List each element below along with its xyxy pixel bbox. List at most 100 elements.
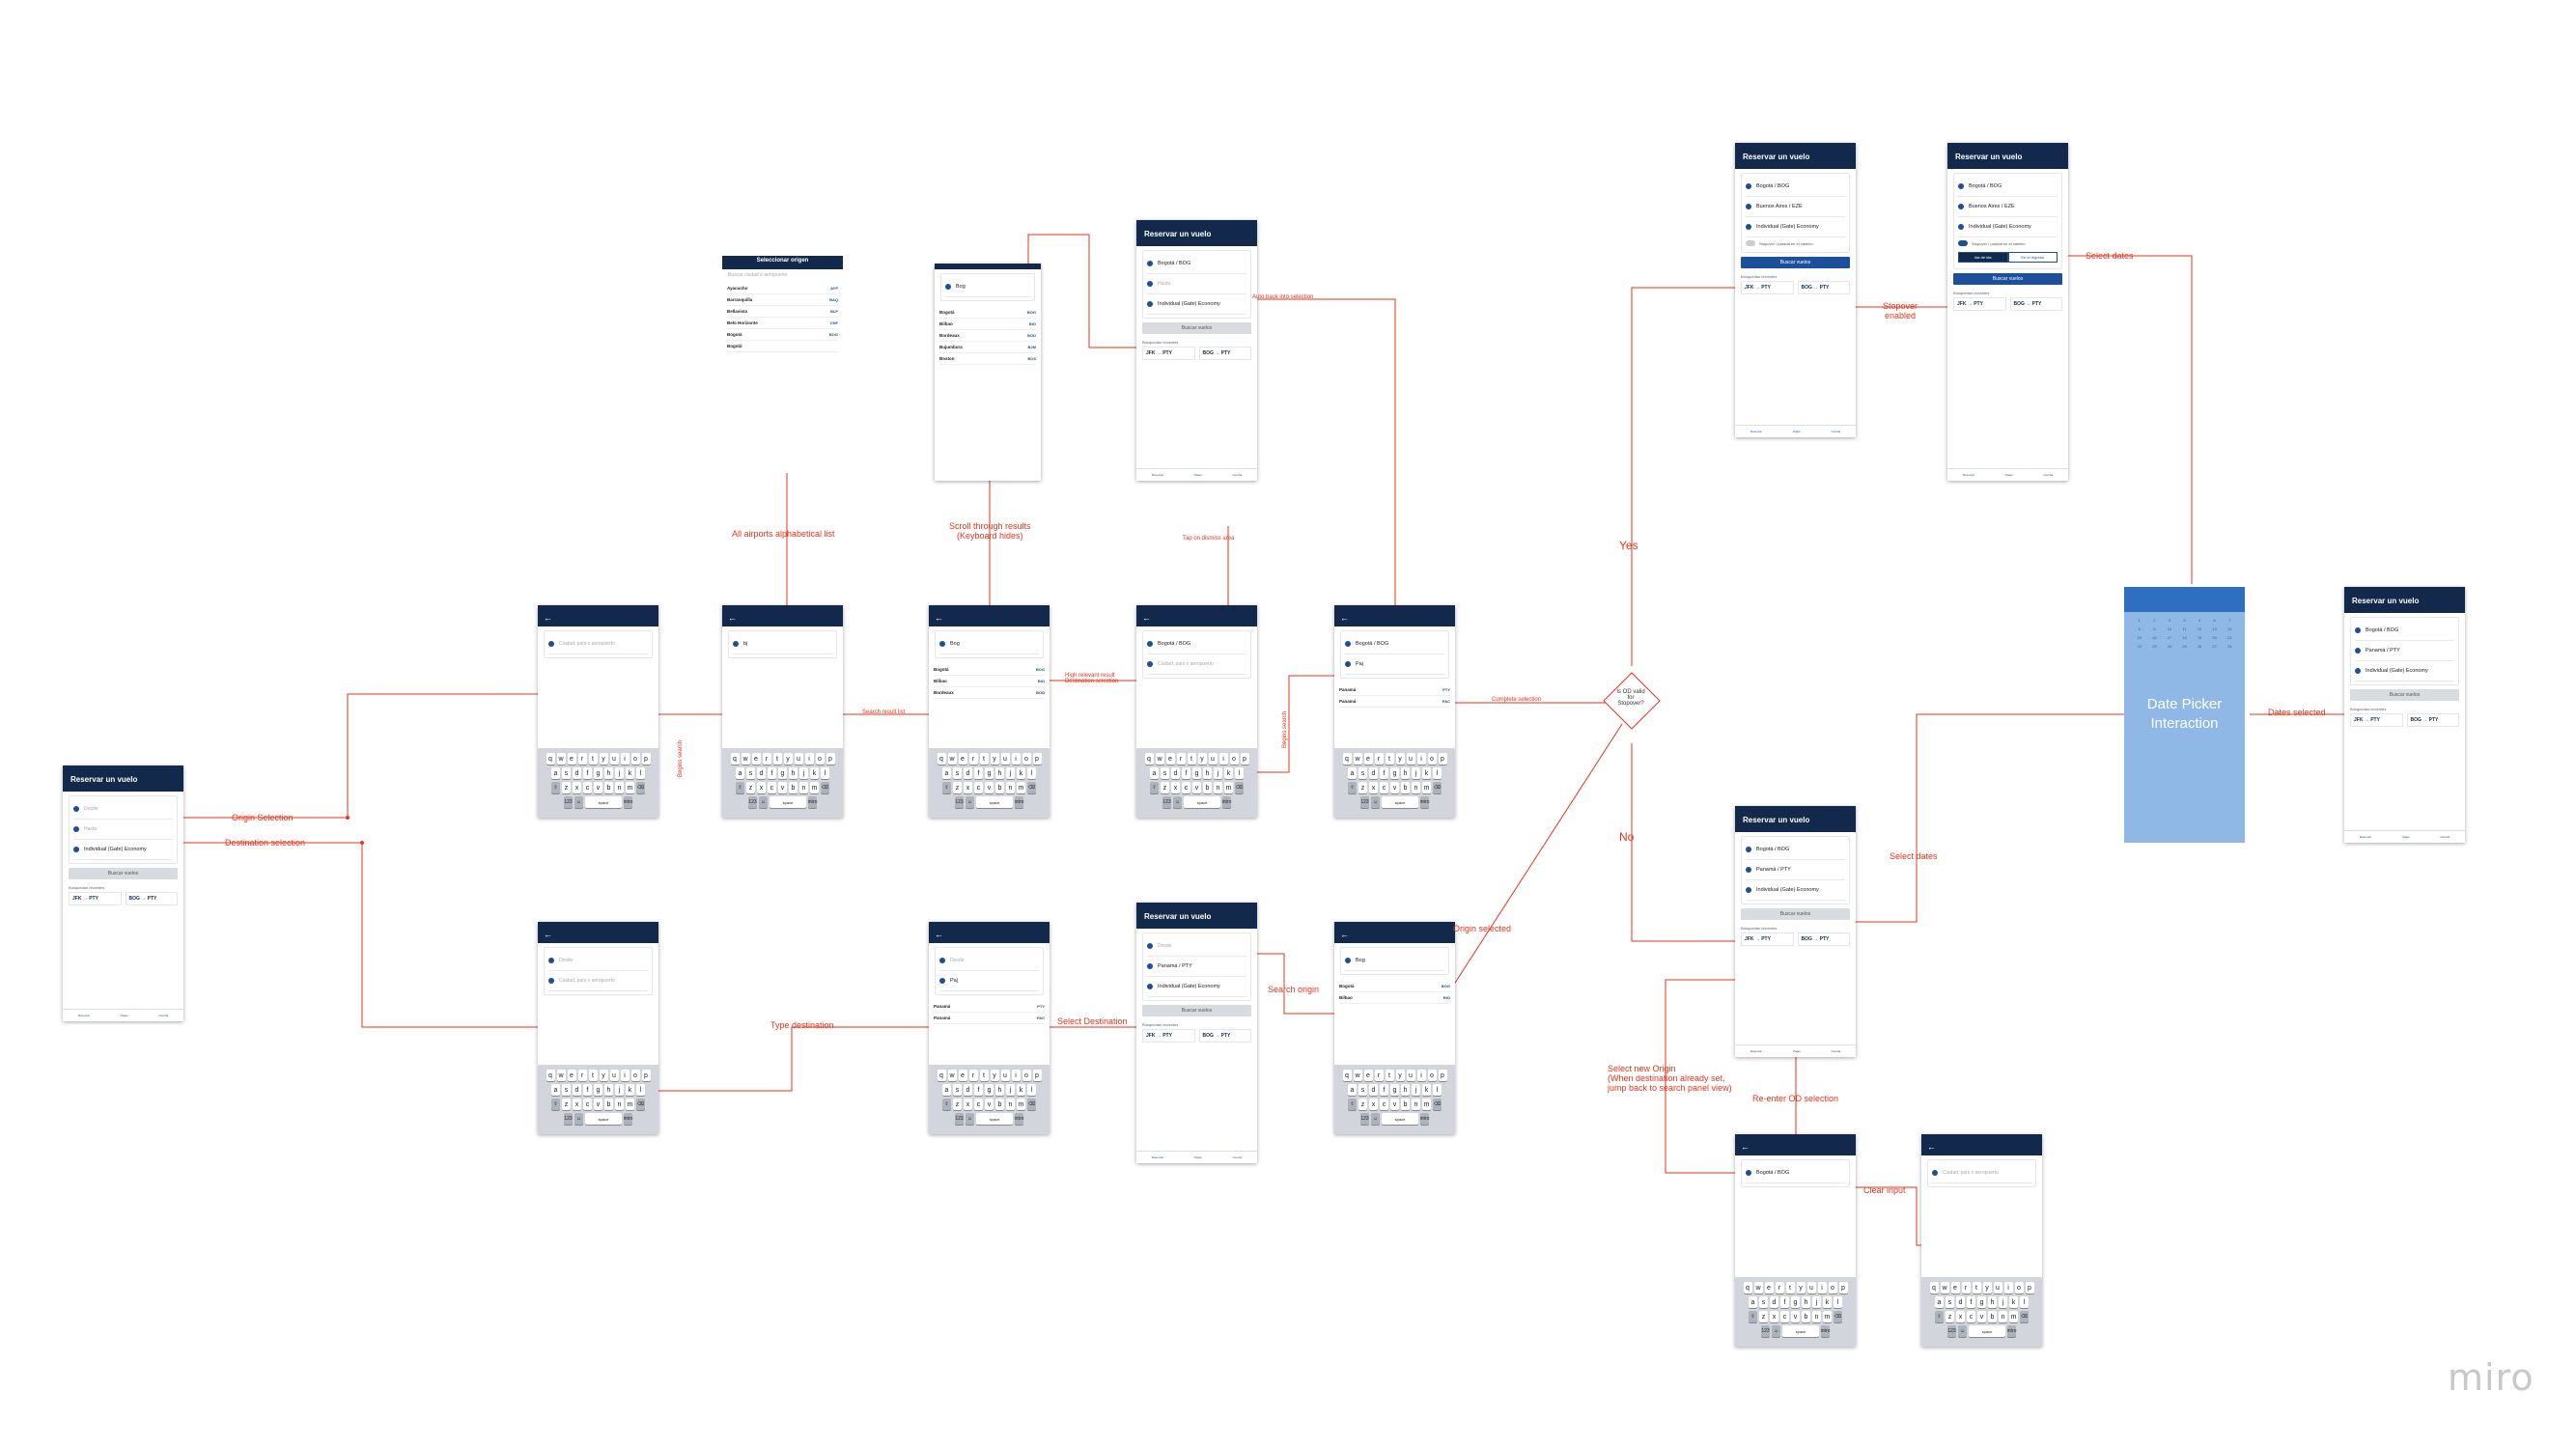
recent-chip[interactable]: BOG → PTY <box>2406 713 2459 727</box>
tab-trips[interactable]: Viajes <box>1793 430 1801 433</box>
segment-outbound[interactable]: Ida de ida <box>1958 252 2008 263</box>
recent-chip[interactable]: JFK → PTY <box>1741 932 1794 946</box>
destination-input[interactable]: Ciudad, país o aeropuerto <box>548 971 648 991</box>
tab-trips[interactable]: Viajes <box>1194 473 1202 477</box>
origin-field[interactable]: Bogotá / BOG <box>1958 177 2058 197</box>
tab-book[interactable]: Reservar <box>1152 473 1163 477</box>
list-item[interactable]: Panamá PAC <box>1339 696 1450 708</box>
toggle-switch[interactable] <box>1746 240 1755 246</box>
tab-account[interactable]: Cuenta <box>1232 1155 1242 1159</box>
list-item[interactable]: Barranquilla BAQ <box>727 294 838 306</box>
list-item[interactable]: Panamá PTY <box>934 1001 1045 1013</box>
search-button[interactable]: Buscar vuelos <box>2350 689 2459 701</box>
list-item[interactable]: Boston BOS <box>939 353 1036 365</box>
recent-chip[interactable]: BOG → PTY <box>1198 347 1251 360</box>
search-button[interactable]: Buscar vuelos <box>1741 257 1850 268</box>
destination-field[interactable]: Buenos Aires / EZE <box>1958 197 2058 217</box>
tab-account[interactable]: Cuenta <box>1831 430 1840 433</box>
keyboard[interactable]: qwertyuiop asdfghjkl ⇧ z x c v b n m ⌫ 123 ☺ space… <box>929 1065 1050 1134</box>
passengers-field[interactable]: Individual (Gate) Economy <box>1147 294 1246 315</box>
tab-book[interactable]: Reservar <box>1750 430 1762 433</box>
keyboard[interactable]: qwertyuiop asdfghjkl ⇧ z x c v b n m ⌫ 123 ☺ space… <box>722 748 843 818</box>
back-arrow-icon[interactable]: ← <box>538 928 658 943</box>
list-item[interactable]: Ayacucho AYP <box>727 283 838 294</box>
search-button[interactable]: Buscar vuelos <box>69 868 178 879</box>
tab-book[interactable]: Reservar <box>1750 1049 1762 1053</box>
origin-input[interactable]: Bog <box>1345 951 1444 971</box>
recent-chip[interactable]: JFK → PTY <box>69 892 122 905</box>
stopover-segment[interactable]: Ida de ida En el regreso <box>1958 252 2058 263</box>
passengers-field[interactable]: Individual (Gate) Economy <box>1746 880 1845 901</box>
tab-book[interactable]: Reservar <box>1963 473 1974 477</box>
list-item[interactable]: Bordeaux BOD <box>934 687 1045 699</box>
passengers-field[interactable]: Individual (Gate) Economy <box>2355 661 2454 682</box>
list-item[interactable]: Bilbao BIO <box>939 319 1036 330</box>
tab-account[interactable]: Cuenta <box>2043 473 2053 477</box>
search-button[interactable]: Buscar vuelos <box>1741 908 1850 920</box>
keyboard[interactable]: qwertyuiop asdfghjkl ⇧ z x c v b n m ⌫ 123 ☺ space… <box>1136 748 1257 818</box>
back-arrow-icon[interactable]: ← <box>722 611 843 626</box>
origin-input[interactable]: Ciudad, país o aeropuerto <box>548 634 648 654</box>
stopover-toggle[interactable]: Stopover / parada en el camino <box>1746 237 1845 249</box>
origin-input[interactable]: Bog <box>945 277 1030 297</box>
list-item[interactable]: Bogotá BOG <box>939 307 1036 319</box>
recent-chip[interactable]: BOG → PTY <box>1797 281 1850 294</box>
stopover-toggle[interactable]: Stopover / parada en el camino <box>1958 237 2058 249</box>
destination-field[interactable]: Panamá / PTY <box>2355 641 2454 661</box>
list-item[interactable]: Bogotá BOG <box>1339 981 1450 992</box>
tab-trips[interactable]: Viajes <box>121 1014 128 1017</box>
destination-input[interactable]: Ciudad, país o aeropuerto <box>1147 654 1246 675</box>
tab-book[interactable]: Reservar <box>1152 1155 1163 1159</box>
list-item[interactable]: Bogotá <box>727 341 838 352</box>
segment-return[interactable]: En el regreso <box>2007 252 2058 263</box>
tab-account[interactable]: Cuenta <box>158 1014 168 1017</box>
origin-field[interactable]: Bogotá / BOG <box>1746 177 1845 197</box>
recent-chip[interactable]: JFK → PTY <box>1142 347 1195 360</box>
recent-chip[interactable]: BOG → PTY <box>1797 932 1850 946</box>
keyboard[interactable]: qwertyuiop asdfghjkl ⇧ z x c v b n m ⌫ 123 ☺ space… <box>538 748 658 818</box>
back-arrow-icon[interactable]: ← <box>929 928 1050 943</box>
tab-account[interactable]: Cuenta <box>1232 473 1242 477</box>
origin-field[interactable]: Desde <box>73 799 173 820</box>
back-arrow-icon[interactable]: ← <box>1921 1140 2042 1155</box>
origin-field[interactable]: Bogotá / BOG <box>1147 254 1246 274</box>
list-item[interactable]: Bilbao BIO <box>1339 992 1450 1004</box>
origin-field[interactable]: Bogotá / BOG <box>1147 634 1246 654</box>
recent-chip[interactable]: BOG → PTY <box>2009 297 2062 311</box>
list-item[interactable]: Bogotá BOG <box>934 664 1045 676</box>
toggle-switch[interactable] <box>1958 240 1968 246</box>
destination-input[interactable]: Paj <box>939 971 1039 991</box>
origin-input[interactable]: bj <box>733 634 832 654</box>
list-item[interactable]: Bellavista BLP <box>727 306 838 318</box>
recent-chip[interactable]: JFK → PTY <box>1741 281 1794 294</box>
destination-field[interactable]: Hasta <box>1147 274 1246 294</box>
back-arrow-icon[interactable]: ← <box>929 611 1050 626</box>
origin-input[interactable]: Bog <box>939 634 1039 654</box>
keyboard[interactable]: qwertyuiop asdfghjkl ⇧ z x c v b n m ⌫ 123 ☺ space… <box>1921 1277 2042 1347</box>
recent-chip[interactable]: BOG → PTY <box>1198 1029 1251 1043</box>
tab-trips[interactable]: Viajes <box>2402 835 2410 839</box>
destination-field[interactable]: Buenos Aires / EZE <box>1746 197 1845 217</box>
airport-search[interactable]: Buscar ciudad o aeropuerto <box>722 269 843 281</box>
recent-chip[interactable]: BOG → PTY <box>125 892 178 905</box>
keyboard[interactable]: qwertyuiop asdfghjkl ⇧ z x c v b n m ⌫ 123 ☺ space… <box>1735 1277 1856 1347</box>
tab-account[interactable]: Cuenta <box>2440 835 2450 839</box>
search-button[interactable]: Buscar vuelos <box>1142 322 1251 334</box>
keyboard[interactable]: qwertyuiop asdfghjkl ⇧ z x c v b n m ⌫ 123 ☺ space… <box>538 1065 658 1134</box>
destination-field[interactable]: Panamá / PTY <box>1746 860 1845 880</box>
list-item[interactable]: Bogotá BOG <box>727 329 838 341</box>
recent-chip[interactable]: JFK → PTY <box>2350 713 2403 727</box>
keyboard[interactable]: qwertyuiop asdfghjkl ⇧ z x c v b n m ⌫ 123 ☺ space… <box>1334 1065 1455 1134</box>
passengers-field[interactable]: Individual (Gate) Economy <box>1147 977 1246 997</box>
origin-field[interactable]: Desde <box>939 951 1039 971</box>
back-arrow-icon[interactable]: ← <box>1735 1140 1856 1155</box>
search-button[interactable]: Buscar vuelos <box>1953 273 2062 285</box>
recent-chip[interactable]: JFK → PTY <box>1953 297 2006 311</box>
origin-input[interactable]: Ciudad, país o aeropuerto <box>1932 1163 2031 1183</box>
origin-field[interactable]: Desde <box>1147 936 1246 957</box>
tab-trips[interactable]: Viajes <box>1793 1049 1801 1053</box>
keyboard[interactable]: qwertyuiop asdfghjkl ⇧ z x c v b n m ⌫ 123 ☺ space… <box>1334 748 1455 818</box>
list-item[interactable]: Panamá PAC <box>934 1013 1045 1024</box>
date-picker-placeholder[interactable]: 1234567 8 9 10 11 12 13 14 15 16 17 18 19 20 21 22 23… <box>2124 587 2245 843</box>
origin-field[interactable]: Bogotá / BOG <box>1746 840 1845 860</box>
